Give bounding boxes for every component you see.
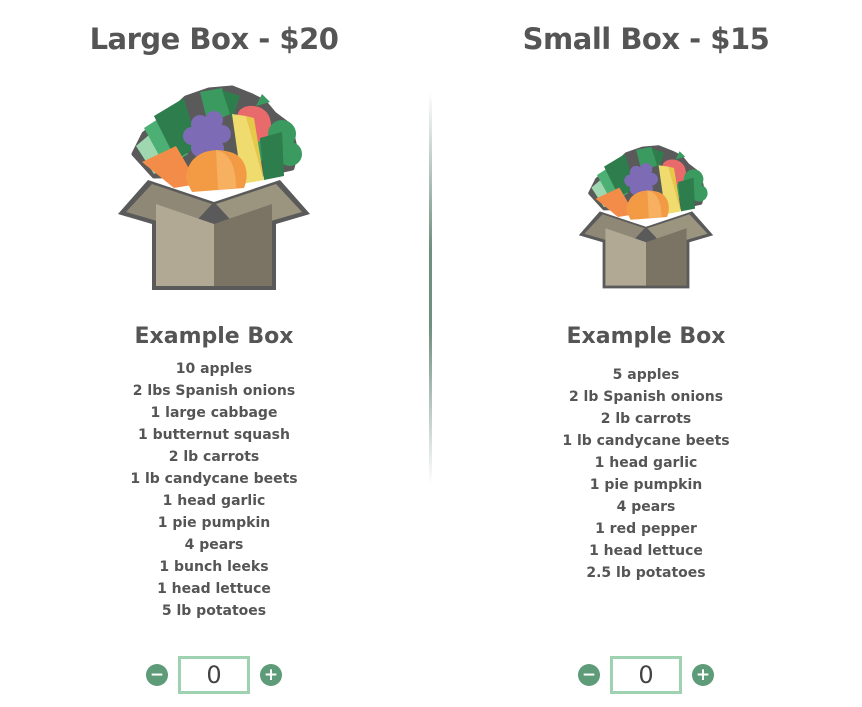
list-item: 1 head lettuce <box>157 581 271 597</box>
list-item: 1 red pepper <box>595 521 697 537</box>
large-produce-box-illustration <box>118 85 310 290</box>
list-item: 1 lb candycane beets <box>130 471 298 487</box>
large-box-quantity-control: − + <box>4 655 424 695</box>
list-item: 2 lb carrots <box>600 411 692 427</box>
list-item: 2 lb carrots <box>168 449 260 465</box>
large-increment-button[interactable]: + <box>260 664 282 686</box>
list-item: 1 lb candycane beets <box>562 433 730 449</box>
list-item: 1 pie pumpkin <box>589 477 703 493</box>
list-item: 1 bunch leeks <box>159 559 269 575</box>
large-decrement-button[interactable]: − <box>146 664 168 686</box>
large-example-box-heading: Example Box <box>134 324 294 349</box>
list-item: 5 lb potatoes <box>161 603 267 619</box>
small-box-panel: Small Box - $15 Example Box 5 apples 2 l… <box>436 0 856 707</box>
small-box-quantity-control: − + <box>436 655 856 695</box>
list-item: 5 apples <box>612 367 680 383</box>
list-item: 1 pie pumpkin <box>157 515 271 531</box>
small-quantity-input[interactable] <box>610 656 682 694</box>
large-quantity-input[interactable] <box>178 656 250 694</box>
produce-box-icon <box>576 142 716 292</box>
list-item: 1 head garlic <box>594 455 698 471</box>
produce-box-icon <box>114 84 314 292</box>
list-item: 2 lb Spanish onions <box>568 389 724 405</box>
large-box-contents-list: 10 apples 2 lbs Spanish onions 1 large c… <box>4 358 424 622</box>
small-increment-button[interactable]: + <box>692 664 714 686</box>
list-item: 4 pears <box>184 537 244 553</box>
list-item: 10 apples <box>175 361 253 377</box>
small-decrement-button[interactable]: − <box>578 664 600 686</box>
small-example-box-heading: Example Box <box>566 324 726 349</box>
list-item: 2.5 lb potatoes <box>586 565 706 581</box>
list-item: 1 head garlic <box>162 493 266 509</box>
large-box-panel: Large Box - $20 Example Box 10 apples 2 … <box>4 0 424 707</box>
small-produce-box-illustration <box>578 145 714 289</box>
list-item: 4 pears <box>616 499 676 515</box>
column-divider <box>429 92 432 484</box>
list-item: 1 butternut squash <box>138 427 290 443</box>
small-box-title: Small Box - $15 <box>522 22 770 56</box>
small-box-contents-list: 5 apples 2 lb Spanish onions 2 lb carrot… <box>436 364 856 584</box>
large-box-title: Large Box - $20 <box>89 22 339 56</box>
list-item: 1 large cabbage <box>150 405 278 421</box>
list-item: 2 lbs Spanish onions <box>132 383 296 399</box>
list-item: 1 head lettuce <box>589 543 703 559</box>
